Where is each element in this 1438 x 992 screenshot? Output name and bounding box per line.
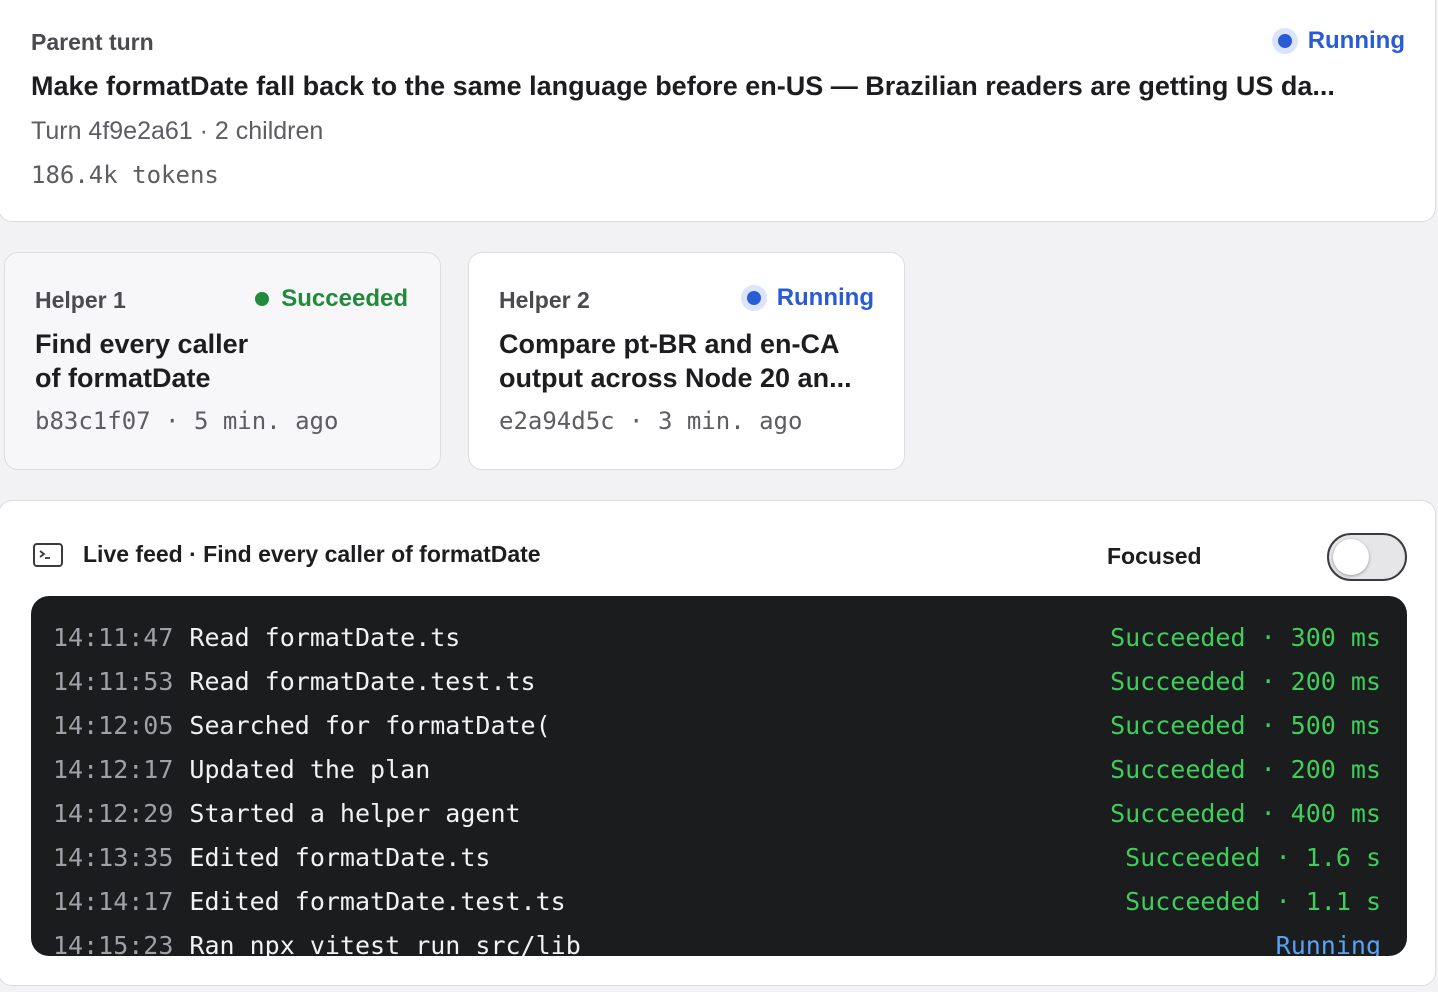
log-status: Succeeded · 1.6 s [1125, 842, 1381, 872]
log-status: Succeeded · 400 ms [1110, 798, 1381, 828]
log-time: 14:12:17 [53, 754, 174, 784]
log-time: 14:13:35 [53, 842, 174, 872]
parent-turn-eyebrow: Parent turn [31, 29, 154, 55]
parent-turn-title: Make formatDate fall back to the same la… [31, 71, 1335, 101]
log-row: 14:15:23 Ran npx vitest run src/lib Runn… [53, 923, 1381, 957]
log-time: 14:15:23 [53, 930, 174, 957]
running-dot-icon [740, 285, 767, 311]
log-status: Succeeded · 200 ms [1110, 754, 1381, 784]
helper-status-label: Running [776, 284, 874, 311]
running-dot-icon [1271, 28, 1298, 54]
log-time: 14:11:53 [53, 666, 174, 696]
log-row: 14:12:05 Searched for formatDate( Succee… [53, 703, 1381, 747]
terminal-icon [33, 542, 63, 567]
helper-card-2[interactable]: Helper 2 Running Compare pt-BR and en-CA… [468, 252, 905, 470]
log-row: 14:14:17 Edited formatDate.test.ts Succe… [53, 879, 1381, 923]
log-row: 14:12:17 Updated the plan Succeeded · 20… [53, 747, 1381, 791]
log-status: Running [1275, 930, 1381, 957]
helper-status-label: Succeeded [281, 285, 408, 312]
log-time: 14:11:47 [53, 622, 174, 652]
live-feed-terminal[interactable]: 14:11:47 Read formatDate.ts Succeeded · … [31, 596, 1407, 956]
helper-title: Find every caller of formatDate [35, 327, 415, 395]
log-message: Started a helper agent [189, 798, 521, 828]
success-dot-icon [255, 292, 270, 306]
helper-title-line: of formatDate [35, 363, 211, 393]
log-time: 14:12:05 [53, 710, 174, 740]
helper-meta: b83c1f07 · 5 min. ago [35, 407, 339, 435]
helper-eyebrow: Helper 1 [35, 287, 126, 313]
log-status: Succeeded · 300 ms [1110, 622, 1381, 652]
live-feed-header: Live feed · Find every caller of formatD… [33, 541, 541, 568]
live-feed-card: Live feed · Find every caller of formatD… [0, 500, 1436, 986]
log-row: 14:12:29 Started a helper agent Succeede… [53, 791, 1381, 835]
live-feed-title: Live feed · Find every caller of formatD… [83, 541, 541, 567]
log-status: Succeeded · 1.1 s [1125, 886, 1381, 916]
helper-meta: e2a94d5c · 3 min. ago [499, 407, 803, 435]
focused-toggle[interactable] [1327, 533, 1407, 581]
log-status: Succeeded · 200 ms [1110, 666, 1381, 696]
helper-card-1[interactable]: Helper 1 Succeeded Find every caller of … [4, 252, 441, 470]
helper-status-badge: Running [740, 284, 874, 312]
log-message: Read formatDate.test.ts [189, 666, 536, 696]
log-row: 14:11:53 Read formatDate.test.ts Succeed… [53, 659, 1381, 703]
log-row: 14:13:35 Edited formatDate.ts Succeeded … [53, 835, 1381, 879]
log-time: 14:12:29 [53, 798, 174, 828]
helper-eyebrow: Helper 2 [499, 287, 590, 313]
parent-status-label: Running [1307, 27, 1405, 54]
helper-title: Compare pt-BR and en-CA output across No… [499, 327, 879, 395]
log-message: Edited formatDate.ts [189, 842, 491, 872]
helper-title-line: output across Node 20 an... [499, 363, 852, 393]
helper-title-line: Compare pt-BR and en-CA [499, 329, 840, 359]
parent-turn-meta: Turn 4f9e2a61 · 2 children [31, 117, 324, 145]
toggle-knob [1333, 539, 1369, 575]
focused-label: Focused [1107, 543, 1202, 569]
helper-title-line: Find every caller [35, 329, 249, 359]
helper-status-badge: Succeeded [255, 285, 408, 313]
parent-turn-tokens: 186.4k tokens [31, 161, 219, 189]
parent-turn-card[interactable]: Parent turn Running Make formatDate fall… [0, 0, 1436, 222]
log-status: Succeeded · 500 ms [1110, 710, 1381, 740]
log-message: Read formatDate.ts [189, 622, 461, 652]
parent-status-badge: Running [1271, 27, 1405, 55]
log-message: Updated the plan [189, 754, 431, 784]
log-message: Edited formatDate.test.ts [189, 886, 566, 916]
log-time: 14:14:17 [53, 886, 174, 916]
log-row: 14:11:47 Read formatDate.ts Succeeded · … [53, 615, 1381, 659]
log-message: Searched for formatDate( [189, 710, 551, 740]
log-message: Ran npx vitest run src/lib [189, 930, 581, 957]
